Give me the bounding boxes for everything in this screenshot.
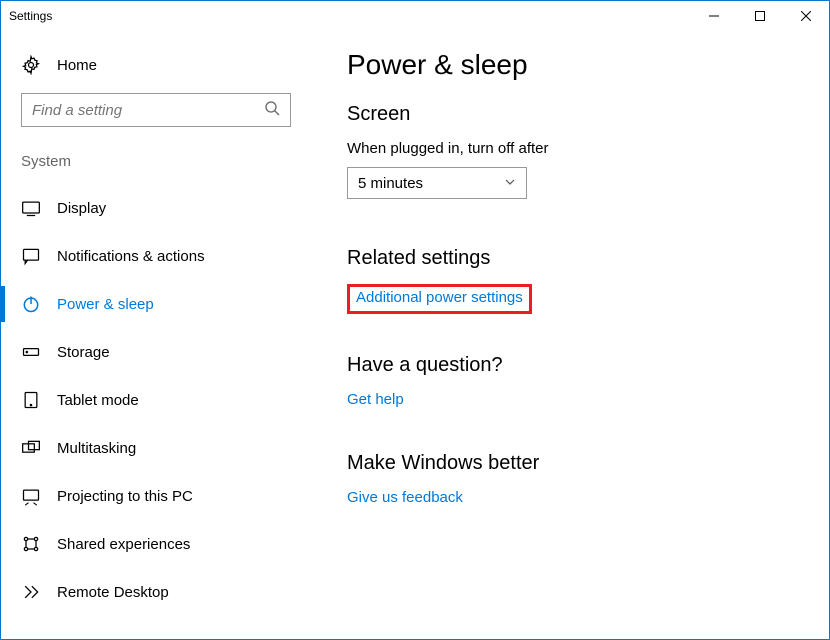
projecting-icon bbox=[21, 486, 41, 506]
window-controls bbox=[691, 1, 829, 31]
screen-timeout-dropdown[interactable]: 5 minutes bbox=[347, 167, 527, 199]
sidebar-item-label: Notifications & actions bbox=[57, 248, 205, 265]
group-label: System bbox=[1, 153, 311, 184]
shared-icon bbox=[21, 534, 41, 554]
sidebar-item-label: Multitasking bbox=[57, 440, 136, 457]
better-heading: Make Windows better bbox=[347, 452, 799, 475]
sidebar-item-tablet-mode[interactable]: Tablet mode bbox=[1, 376, 311, 424]
sidebar-item-storage[interactable]: Storage bbox=[1, 328, 311, 376]
screen-plugged-label: When plugged in, turn off after bbox=[347, 140, 799, 157]
settings-window: Settings Home bbox=[0, 0, 830, 640]
sidebar-item-label: Remote Desktop bbox=[57, 584, 169, 601]
sidebar-item-shared-experiences[interactable]: Shared experiences bbox=[1, 520, 311, 568]
sidebar-item-label: Storage bbox=[57, 344, 110, 361]
search-box[interactable] bbox=[21, 93, 291, 127]
content: Power & sleep Screen When plugged in, tu… bbox=[311, 31, 829, 639]
remote-desktop-icon bbox=[21, 582, 41, 602]
sidebar-item-display[interactable]: Display bbox=[1, 184, 311, 232]
additional-power-settings-link[interactable]: Additional power settings bbox=[356, 289, 523, 306]
sidebar-item-label: Tablet mode bbox=[57, 392, 139, 409]
storage-icon bbox=[21, 342, 41, 362]
window-title: Settings bbox=[9, 9, 52, 23]
search-input[interactable] bbox=[32, 102, 264, 119]
home-button[interactable]: Home bbox=[1, 49, 311, 93]
sidebar-item-projecting[interactable]: Projecting to this PC bbox=[1, 472, 311, 520]
feedback-link[interactable]: Give us feedback bbox=[347, 489, 463, 506]
dropdown-value: 5 minutes bbox=[358, 175, 423, 192]
close-button[interactable] bbox=[783, 1, 829, 31]
screen-heading: Screen bbox=[347, 103, 799, 126]
sidebar-item-label: Power & sleep bbox=[57, 296, 154, 313]
notifications-icon bbox=[21, 246, 41, 266]
sidebar-item-label: Projecting to this PC bbox=[57, 488, 193, 505]
sidebar-item-label: Shared experiences bbox=[57, 536, 190, 553]
body: Home System Display Notifications & bbox=[1, 31, 829, 639]
question-heading: Have a question? bbox=[347, 354, 799, 377]
display-icon bbox=[21, 198, 41, 218]
titlebar: Settings bbox=[1, 1, 829, 31]
multitasking-icon bbox=[21, 438, 41, 458]
sidebar-item-remote-desktop[interactable]: Remote Desktop bbox=[1, 568, 311, 616]
sidebar: Home System Display Notifications & bbox=[1, 31, 311, 639]
home-label: Home bbox=[57, 57, 97, 74]
search-icon bbox=[264, 100, 280, 121]
sidebar-item-power-sleep[interactable]: Power & sleep bbox=[1, 280, 311, 328]
maximize-button[interactable] bbox=[737, 1, 783, 31]
gear-icon bbox=[21, 55, 41, 75]
tablet-icon bbox=[21, 390, 41, 410]
highlight-annotation: Additional power settings bbox=[347, 284, 532, 314]
get-help-link[interactable]: Get help bbox=[347, 391, 404, 408]
power-icon bbox=[21, 294, 41, 314]
sidebar-item-notifications[interactable]: Notifications & actions bbox=[1, 232, 311, 280]
sidebar-item-label: Display bbox=[57, 200, 106, 217]
sidebar-item-multitasking[interactable]: Multitasking bbox=[1, 424, 311, 472]
related-heading: Related settings bbox=[347, 247, 799, 270]
page-title: Power & sleep bbox=[347, 49, 799, 81]
minimize-button[interactable] bbox=[691, 1, 737, 31]
chevron-down-icon bbox=[504, 175, 516, 192]
